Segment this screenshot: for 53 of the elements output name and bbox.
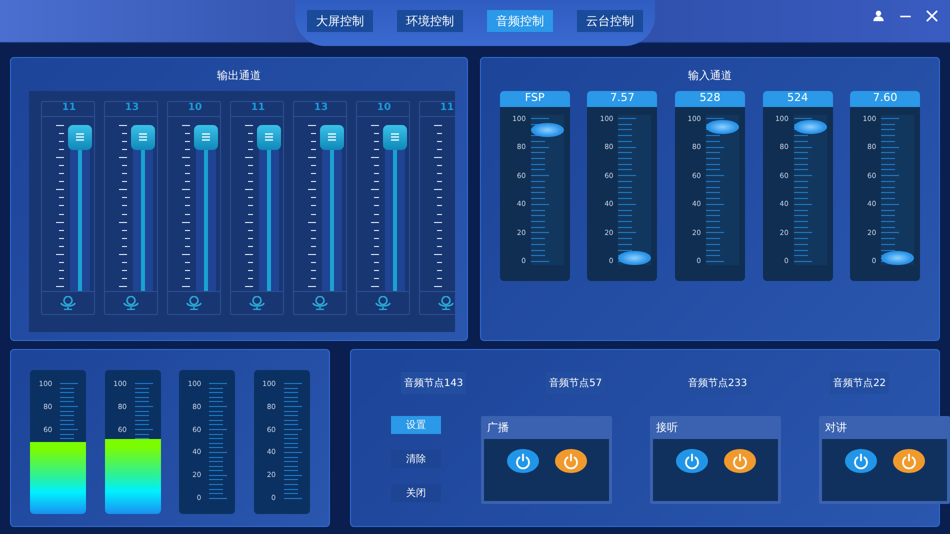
microphone-icon[interactable] [185,296,203,310]
power-button[interactable] [676,449,708,473]
channel-value: 11 [231,102,283,117]
slider-thumb[interactable] [706,120,739,134]
minimize-icon[interactable] [899,14,912,18]
slider-thumb[interactable] [794,120,827,134]
channel-label: 528 [674,91,745,107]
slider-thumb[interactable] [68,125,92,150]
channel-label: 524 [762,91,833,107]
channel-value: 10 [357,102,409,117]
action-button[interactable]: 清除 [391,450,441,468]
microphone-icon[interactable] [122,296,140,310]
microphone-icon[interactable] [374,296,392,310]
microphone-icon[interactable] [437,296,455,310]
channel-label: FSP [500,91,570,107]
node-label: 音频节点233 [685,372,750,394]
microphone-icon[interactable] [248,296,266,310]
power-button[interactable] [724,449,756,473]
group-title: 对讲 [824,420,848,436]
channel-label: 7.57 [587,91,658,107]
close-icon[interactable] [926,10,938,22]
node-label: 音频节点143 [401,372,466,394]
slider-thumb[interactable] [383,125,407,150]
tab[interactable]: 大屏控制 [307,10,373,32]
channel-label: 7.60 [850,91,920,107]
slider-thumb[interactable] [194,125,218,150]
channel-value: 10 [168,102,220,117]
channel-value: 11 [420,102,455,117]
action-button[interactable]: 关闭 [391,484,441,502]
user-icon[interactable] [872,10,885,22]
channel-value: 11 [42,102,94,117]
group-title: 广播 [486,420,510,436]
power-button[interactable] [506,449,538,473]
node-label: 音频节点22 [830,372,889,394]
power-button[interactable] [844,449,876,473]
microphone-icon[interactable] [311,296,329,310]
slider-thumb[interactable] [881,251,914,265]
tab[interactable]: 环境控制 [397,10,463,32]
panel-title: 输入通道 [687,68,733,84]
tab[interactable]: 云台控制 [577,10,643,32]
panel-title: 输出通道 [216,68,262,84]
channel-value: 13 [105,102,157,117]
microphone-icon[interactable] [59,296,77,310]
power-button[interactable] [892,449,924,473]
channel-value: 13 [294,102,346,117]
node-label: 音频节点57 [546,372,605,394]
slider-thumb[interactable] [618,251,652,265]
slider-thumb[interactable] [257,125,281,150]
power-button[interactable] [554,449,586,473]
slider-thumb[interactable] [320,125,344,150]
slider-thumb[interactable] [131,125,155,150]
group-title: 接听 [655,420,679,436]
slider-thumb[interactable] [530,123,564,137]
